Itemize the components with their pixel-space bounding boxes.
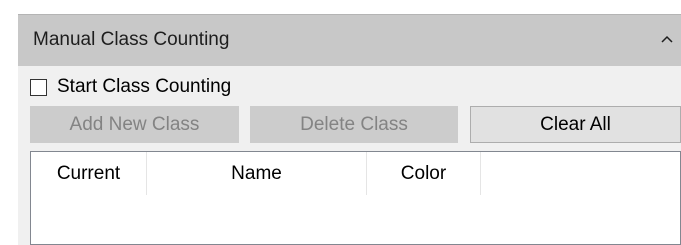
chevron-up-icon[interactable] bbox=[659, 28, 675, 50]
delete-class-button[interactable]: Delete Class bbox=[250, 106, 458, 143]
panel-header[interactable]: Manual Class Counting bbox=[18, 14, 681, 66]
clear-all-button[interactable]: Clear All bbox=[470, 106, 681, 143]
class-list[interactable]: Current Name Color bbox=[30, 151, 681, 245]
manual-class-counting-panel: Manual Class Counting Start Class Counti… bbox=[18, 14, 681, 245]
start-class-counting-label[interactable]: Start Class Counting bbox=[57, 76, 231, 98]
column-header-name[interactable]: Name bbox=[147, 152, 367, 195]
list-header: Current Name Color bbox=[31, 152, 481, 195]
start-class-counting-row[interactable]: Start Class Counting bbox=[30, 74, 231, 100]
column-header-color[interactable]: Color bbox=[367, 152, 481, 195]
start-class-counting-checkbox[interactable] bbox=[30, 78, 47, 96]
add-new-class-button[interactable]: Add New Class bbox=[30, 106, 239, 143]
column-header-current[interactable]: Current bbox=[31, 152, 147, 195]
panel-title: Manual Class Counting bbox=[33, 29, 230, 50]
